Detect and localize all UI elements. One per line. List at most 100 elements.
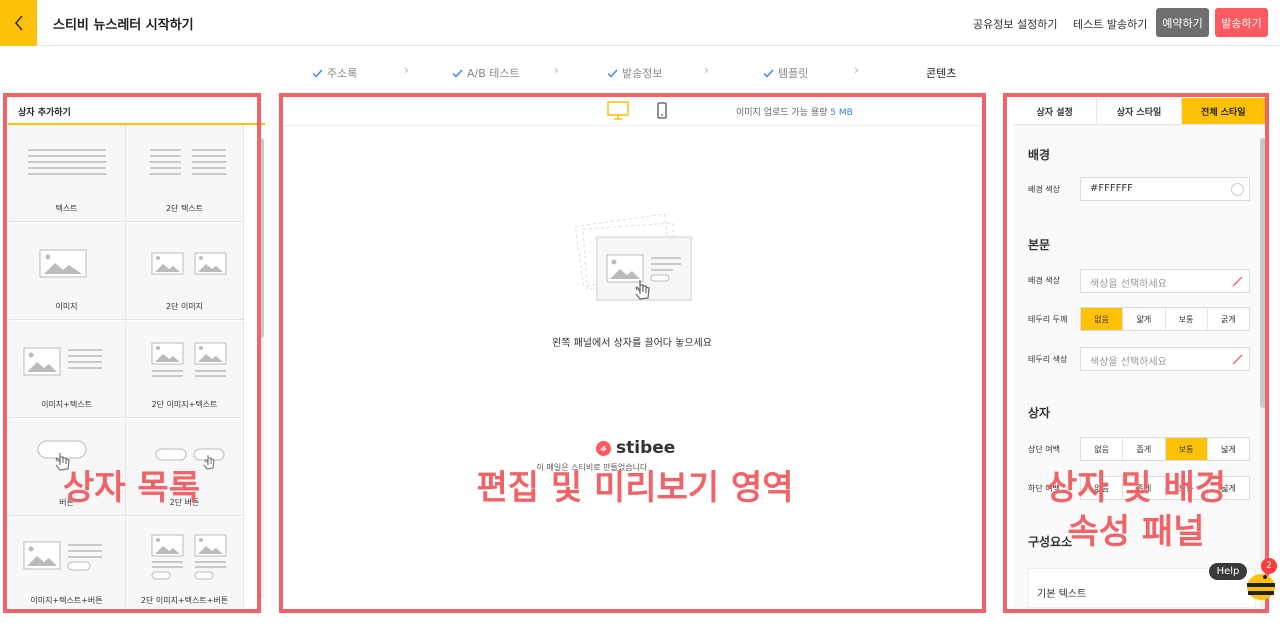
tab-box-settings[interactable]: 상자 설정 bbox=[1013, 98, 1098, 124]
reserve-button[interactable]: 예약하기 bbox=[1156, 8, 1209, 37]
section-background-title: 배경 bbox=[1028, 148, 1051, 162]
two-column-image-icon bbox=[151, 252, 227, 275]
drop-instruction: 왼쪽 패널에서 상자를 끌어다 놓으세요 bbox=[552, 338, 712, 349]
drop-placeholder-icon bbox=[574, 213, 692, 301]
border-color-placeholder: 색상을 선택하세요 bbox=[1090, 357, 1167, 368]
tile-two-column-text[interactable]: 2단 텍스트 bbox=[126, 125, 244, 222]
tile-label: 텍스트 bbox=[55, 204, 78, 213]
top-margin-none[interactable]: 없음 bbox=[1081, 438, 1124, 460]
two-column-text-icon bbox=[150, 149, 226, 175]
chevron-right-icon: › bbox=[704, 63, 709, 77]
no-color-icon[interactable] bbox=[1231, 353, 1244, 366]
tile-two-column-image[interactable]: 2단 이미지 bbox=[126, 223, 244, 320]
logo-mark-icon bbox=[596, 440, 611, 456]
step-ab-test[interactable]: A/B 테스트 bbox=[452, 65, 520, 81]
border-color-input[interactable]: 색상을 선택하세요 bbox=[1080, 347, 1250, 371]
box-list-panel: 상자 추가하기 텍스트 2단 텍스트 이미지 2단 이미지 이미지+텍스트 2단… bbox=[8, 98, 265, 608]
two-column-image-text-icon bbox=[151, 342, 227, 377]
image-icon bbox=[39, 249, 87, 278]
top-margin-wide[interactable]: 넓게 bbox=[1208, 438, 1249, 460]
property-tabs: 상자 설정 상자 스타일 전체 스타일 bbox=[1013, 98, 1266, 125]
body-bg-color-label: 배경 색상 bbox=[1028, 276, 1060, 285]
border-width-selector: 없음 얇게 보통 굵게 bbox=[1080, 307, 1250, 331]
tile-label: 2단 이미지 bbox=[165, 302, 204, 311]
tile-label: 2단 이미지+텍스트+버튼 bbox=[140, 596, 229, 605]
scrollbar-thumb[interactable] bbox=[258, 138, 264, 338]
top-margin-selector: 없음 좁게 보통 넓게 bbox=[1080, 437, 1250, 461]
border-width-thick[interactable]: 굵게 bbox=[1208, 308, 1249, 330]
desktop-icon[interactable] bbox=[607, 101, 629, 121]
check-icon bbox=[312, 69, 323, 78]
image-text-button-icon bbox=[23, 541, 102, 571]
two-column-image-text-button-icon bbox=[151, 534, 227, 580]
step-address-book[interactable]: 주소록 bbox=[312, 65, 357, 81]
chevron-right-icon: › bbox=[404, 63, 409, 77]
no-color-icon[interactable] bbox=[1231, 275, 1244, 288]
border-width-none[interactable]: 없음 bbox=[1081, 308, 1124, 330]
step-label: 주소록 bbox=[327, 67, 358, 80]
step-template[interactable]: 템플릿 bbox=[763, 65, 808, 81]
share-info-settings-link[interactable]: 공유정보 설정하기 bbox=[973, 16, 1057, 32]
tab-global-style[interactable]: 전체 스타일 bbox=[1181, 98, 1266, 124]
tile-label: 2단 이미지+텍스트 bbox=[151, 400, 218, 409]
tile-two-column-image-text-button[interactable]: 2단 이미지+텍스트+버튼 bbox=[126, 517, 244, 608]
border-color-label: 테두리 색상 bbox=[1028, 355, 1068, 364]
top-margin-normal[interactable]: 보통 bbox=[1165, 438, 1208, 460]
step-label: 발송정보 bbox=[622, 67, 663, 80]
step-content[interactable]: 콘텐츠 bbox=[926, 65, 956, 81]
step-label: 템플릿 bbox=[778, 67, 809, 80]
check-icon bbox=[763, 69, 774, 78]
upload-label: 이미지 업로드 가능 용량 bbox=[736, 108, 828, 118]
color-swatch[interactable] bbox=[1231, 183, 1244, 196]
image-text-icon bbox=[23, 347, 102, 376]
border-width-thin[interactable]: 얇게 bbox=[1123, 308, 1166, 330]
chevron-left-icon bbox=[14, 15, 23, 31]
send-button[interactable]: 발송하기 bbox=[1215, 8, 1268, 37]
brand-name: stibee bbox=[616, 438, 676, 458]
annotation-center-label: 편집 및 미리보기 영역 bbox=[476, 468, 794, 508]
background-color-label: 배경 색상 bbox=[1028, 185, 1060, 194]
tile-text[interactable]: 텍스트 bbox=[8, 125, 126, 222]
background-color-value: #FFFFFF bbox=[1090, 183, 1133, 194]
upload-size: 5 MB bbox=[830, 108, 853, 118]
section-box-title: 상자 bbox=[1028, 406, 1051, 420]
check-icon bbox=[452, 69, 463, 78]
tab-box-style[interactable]: 상자 스타일 bbox=[1097, 98, 1182, 124]
tile-image-text-button[interactable]: 이미지+텍스트+버튼 bbox=[8, 517, 126, 608]
upload-capacity-info: 이미지 업로드 가능 용량 5 MB bbox=[736, 105, 853, 118]
scrollbar[interactable] bbox=[258, 138, 264, 598]
tile-label: 이미지 bbox=[55, 302, 78, 311]
step-label: 콘텐츠 bbox=[926, 67, 957, 80]
stibee-logo: stibee bbox=[596, 438, 675, 458]
background-color-input[interactable]: #FFFFFF bbox=[1080, 177, 1250, 201]
step-progress: 주소록 › A/B 테스트 › 발송정보 › 템플릿 › 콘텐츠 bbox=[0, 46, 1280, 96]
annotation-right-label-line1: 상자 및 배경 bbox=[1045, 468, 1227, 508]
tile-label: 2단 텍스트 bbox=[165, 204, 204, 213]
test-send-link[interactable]: 테스트 발송하기 bbox=[1073, 16, 1147, 32]
scrollbar-thumb[interactable] bbox=[1260, 138, 1266, 408]
chevron-right-icon: › bbox=[854, 63, 859, 77]
border-width-normal[interactable]: 보통 bbox=[1166, 308, 1208, 330]
text-icon bbox=[28, 149, 106, 175]
check-icon bbox=[607, 69, 618, 78]
editor-preview-area: 이미지 업로드 가능 용량 5 MB 왼쪽 패널에서 상자를 끌어다 놓으세요 … bbox=[284, 98, 980, 608]
panel-title: 상자 추가하기 bbox=[8, 98, 265, 125]
tile-image-text[interactable]: 이미지+텍스트 bbox=[8, 321, 126, 418]
border-width-label: 테두리 두께 bbox=[1028, 315, 1068, 324]
tile-label: 이미지+텍스트+버튼 bbox=[30, 596, 103, 605]
section-body-title: 본문 bbox=[1028, 238, 1051, 252]
chevron-right-icon: › bbox=[554, 63, 559, 77]
tile-two-column-image-text[interactable]: 2단 이미지+텍스트 bbox=[126, 321, 244, 418]
mobile-icon[interactable] bbox=[657, 102, 667, 119]
tile-label: 이미지+텍스트 bbox=[41, 400, 92, 409]
annotation-left-label: 상자 목록 bbox=[63, 468, 200, 508]
top-margin-label: 상단 여백 bbox=[1028, 445, 1060, 454]
top-margin-narrow[interactable]: 좁게 bbox=[1123, 438, 1166, 460]
step-label: A/B 테스트 bbox=[467, 67, 520, 80]
body-bg-color-input[interactable]: 색상을 선택하세요 bbox=[1080, 269, 1250, 293]
step-send-info[interactable]: 발송정보 bbox=[607, 65, 662, 81]
tile-image[interactable]: 이미지 bbox=[8, 223, 126, 320]
back-button[interactable] bbox=[0, 0, 37, 46]
top-header: 스티비 뉴스레터 시작하기 공유정보 설정하기 테스트 발송하기 예약하기 발송… bbox=[0, 0, 1280, 46]
annotation-right-label-line2: 속성 패널 bbox=[1067, 512, 1205, 552]
